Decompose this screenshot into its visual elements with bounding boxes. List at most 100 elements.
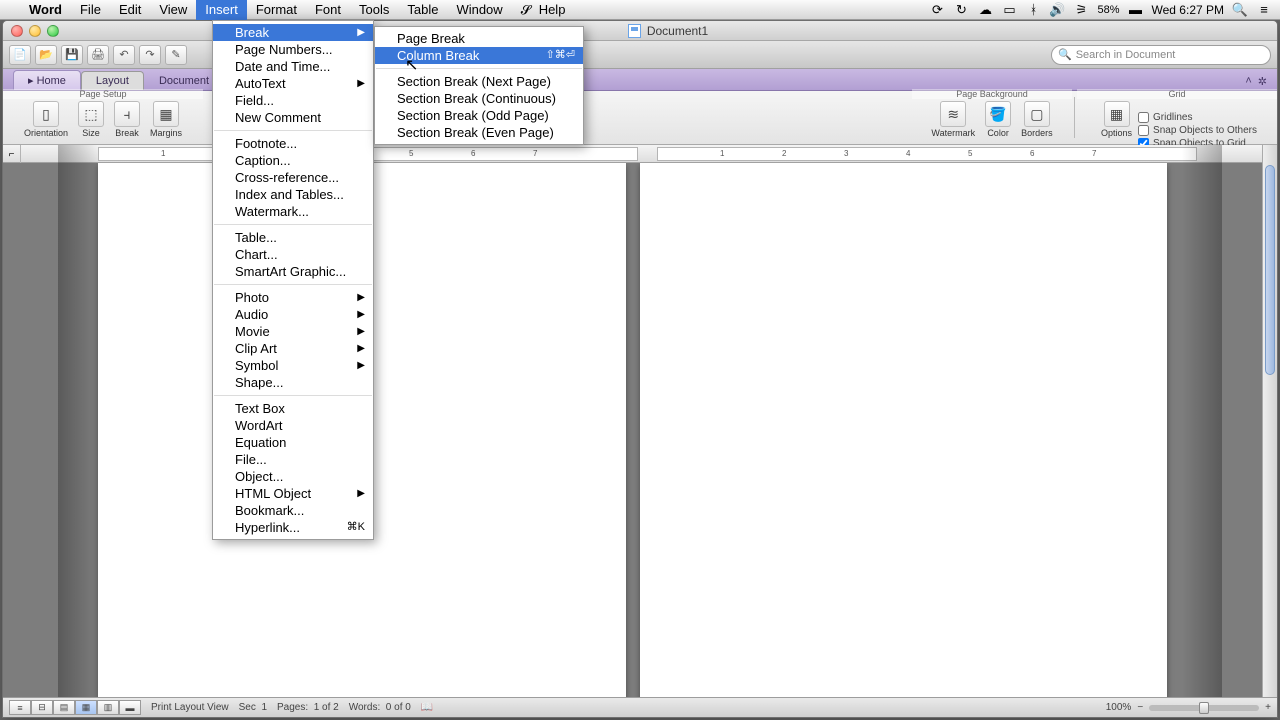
ruler-page-2[interactable]: 1234567 (657, 147, 1197, 161)
mi-break[interactable]: Break▶ (213, 24, 373, 41)
undo-button[interactable]: ↶ (113, 45, 135, 65)
menu-window[interactable]: Window (447, 0, 511, 20)
mi-section-break-next[interactable]: Section Break (Next Page) (375, 73, 583, 90)
mi-date-time[interactable]: Date and Time... (213, 58, 373, 75)
menubar-clock[interactable]: Wed 6:27 PM (1152, 3, 1224, 17)
zoom-in-button[interactable]: + (1265, 702, 1271, 713)
mi-symbol[interactable]: Symbol▶ (213, 357, 373, 374)
pages-indicator[interactable]: 1 of 2 (314, 702, 339, 713)
snap-others-checkbox[interactable]: Snap Objects to Others (1138, 125, 1257, 136)
mi-watermark[interactable]: Watermark... (213, 203, 373, 220)
size-button[interactable]: ⬚Size (74, 101, 108, 138)
margins-button[interactable]: ▦Margins (146, 101, 186, 138)
mi-section-break-continuous[interactable]: Section Break (Continuous) (375, 90, 583, 107)
menu-format[interactable]: Format (247, 0, 306, 20)
mi-page-numbers[interactable]: Page Numbers... (213, 41, 373, 58)
mi-object[interactable]: Object... (213, 468, 373, 485)
mi-footnote[interactable]: Footnote... (213, 135, 373, 152)
new-doc-button[interactable]: 📄 (9, 45, 31, 65)
page-2[interactable]: 2 (640, 163, 1168, 697)
mi-html-object[interactable]: HTML Object▶ (213, 485, 373, 502)
borders-button[interactable]: ▢Borders (1017, 101, 1057, 138)
minimize-button[interactable] (29, 25, 41, 37)
color-button[interactable]: 🪣Color (981, 101, 1015, 138)
volume-icon[interactable]: 🔊 (1049, 2, 1065, 18)
menu-font[interactable]: Font (306, 0, 350, 20)
vertical-scrollbar[interactable] (1262, 145, 1277, 697)
break-button[interactable]: ⫞Break (110, 101, 144, 138)
document-search[interactable]: 🔍 Search in Document (1051, 45, 1271, 65)
draft-view-button[interactable]: ≡ (9, 700, 31, 715)
mi-autotext[interactable]: AutoText▶ (213, 75, 373, 92)
menu-view[interactable]: View (150, 0, 196, 20)
menu-help[interactable]: Help (530, 0, 575, 20)
mi-file[interactable]: File... (213, 451, 373, 468)
menu-file[interactable]: File (71, 0, 110, 20)
spell-check-icon[interactable]: 📖 (421, 702, 433, 713)
watermark-button[interactable]: ≋Watermark (927, 101, 979, 138)
script-menu-icon[interactable]: 𝓢 (512, 0, 530, 20)
print-layout-view-button[interactable]: ▦ (75, 700, 97, 715)
tab-layout[interactable]: Layout (81, 71, 144, 90)
display-icon[interactable]: ▭ (1001, 2, 1017, 18)
open-button[interactable]: 📂 (35, 45, 57, 65)
bluetooth-icon[interactable]: ᚼ (1025, 2, 1041, 18)
ribbon-settings-icon[interactable]: ✲ (1258, 75, 1267, 88)
mi-movie[interactable]: Movie▶ (213, 323, 373, 340)
format-painter-button[interactable]: ✎ (165, 45, 187, 65)
gridlines-checkbox[interactable]: Gridlines (1138, 112, 1257, 123)
menu-table[interactable]: Table (398, 0, 447, 20)
scrollbar-thumb[interactable] (1265, 165, 1275, 375)
mi-field[interactable]: Field... (213, 92, 373, 109)
close-button[interactable] (11, 25, 23, 37)
mi-hyperlink[interactable]: Hyperlink...⌘K (213, 519, 373, 536)
grid-options-button[interactable]: ▦Options (1097, 101, 1136, 149)
tab-home[interactable]: ▸ Home (13, 70, 81, 90)
mi-section-break-odd[interactable]: Section Break (Odd Page) (375, 107, 583, 124)
zoom-out-button[interactable]: − (1137, 702, 1143, 713)
word-count[interactable]: 0 of 0 (386, 702, 411, 713)
mi-photo[interactable]: Photo▶ (213, 289, 373, 306)
mi-cross-reference[interactable]: Cross-reference... (213, 169, 373, 186)
outline-view-button[interactable]: ⊟ (31, 700, 53, 715)
menu-tools[interactable]: Tools (350, 0, 398, 20)
mi-index-tables[interactable]: Index and Tables... (213, 186, 373, 203)
zoom-level[interactable]: 100% (1106, 702, 1132, 713)
sync-icon[interactable]: ↻ (953, 2, 969, 18)
ribbon-collapse-icon[interactable]: ˄ (1245, 75, 1251, 88)
mi-table[interactable]: Table... (213, 229, 373, 246)
battery-percent[interactable]: 58% (1097, 4, 1119, 16)
mi-textbox[interactable]: Text Box (213, 400, 373, 417)
mi-section-break-even[interactable]: Section Break (Even Page) (375, 124, 583, 141)
mi-wordart[interactable]: WordArt (213, 417, 373, 434)
mi-shape[interactable]: Shape... (213, 374, 373, 391)
spotlight-icon[interactable]: 🔍 (1232, 2, 1248, 18)
battery-icon[interactable]: ▬ (1128, 2, 1144, 18)
mi-column-break[interactable]: Column Break⇧⌘⏎ (375, 47, 583, 64)
zoom-button[interactable] (47, 25, 59, 37)
mi-equation[interactable]: Equation (213, 434, 373, 451)
menu-edit[interactable]: Edit (110, 0, 150, 20)
tab-selector[interactable]: ⌐ (3, 145, 21, 163)
redo-button[interactable]: ↷ (139, 45, 161, 65)
save-button[interactable]: 💾 (61, 45, 83, 65)
mi-new-comment[interactable]: New Comment (213, 109, 373, 126)
notebook-view-button[interactable]: ▥ (97, 700, 119, 715)
print-button[interactable]: 🖨 (87, 45, 109, 65)
focus-view-button[interactable]: ▬ (119, 700, 141, 715)
zoom-slider[interactable] (1149, 705, 1259, 711)
mi-clipart[interactable]: Clip Art▶ (213, 340, 373, 357)
cloud-icon[interactable]: ☁ (977, 2, 993, 18)
quicktime-icon[interactable]: ⟳ (929, 2, 945, 18)
mi-smartart[interactable]: SmartArt Graphic... (213, 263, 373, 280)
mi-bookmark[interactable]: Bookmark... (213, 502, 373, 519)
orientation-button[interactable]: ▯Orientation (20, 101, 72, 138)
mi-page-break[interactable]: Page Break (375, 30, 583, 47)
notifications-icon[interactable]: ≡ (1256, 2, 1272, 18)
publishing-view-button[interactable]: ▤ (53, 700, 75, 715)
mi-caption[interactable]: Caption... (213, 152, 373, 169)
app-name[interactable]: Word (20, 2, 71, 17)
mi-audio[interactable]: Audio▶ (213, 306, 373, 323)
menu-insert[interactable]: Insert (196, 0, 247, 20)
mi-chart[interactable]: Chart... (213, 246, 373, 263)
